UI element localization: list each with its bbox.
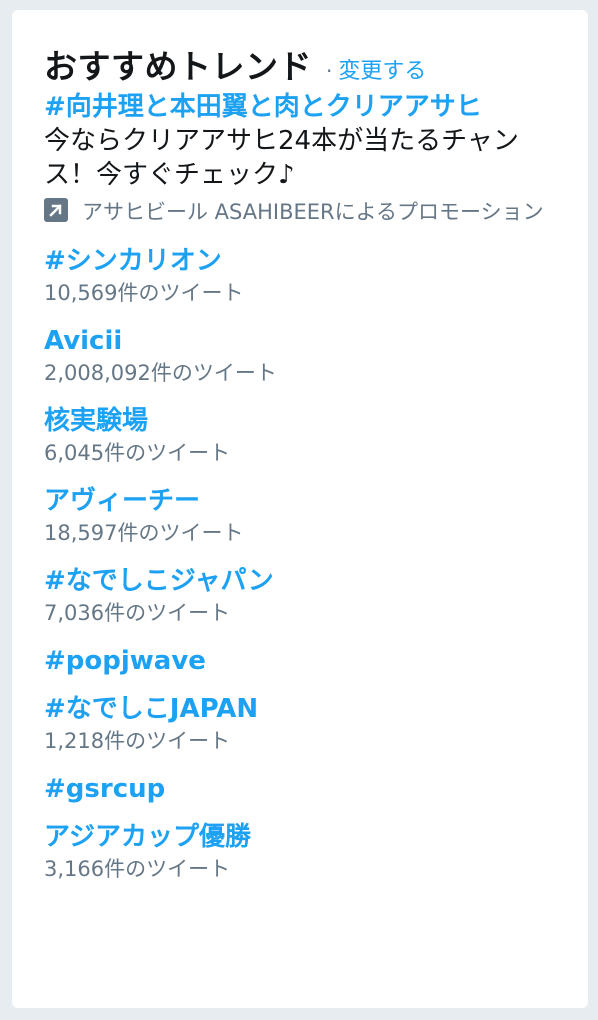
- trend-name[interactable]: #なでしこジャパン: [44, 564, 588, 598]
- trends-card: おすすめトレンド · 変更する #向井理と本田翼と肉とクリアアサヒ 今ならクリア…: [12, 10, 588, 1008]
- promoted-by: アサヒビール ASAHIBEERによるプロモーション: [44, 196, 554, 228]
- trend-name[interactable]: アジアカップ優勝: [44, 820, 588, 854]
- trend-tweet-count: 1,218件のツイート: [44, 729, 231, 753]
- trend-item[interactable]: アヴィーチー 18,597件のツイート: [44, 484, 588, 548]
- trend-name[interactable]: #シンカリオン: [44, 244, 588, 278]
- trend-item[interactable]: #シンカリオン 10,569件のツイート: [44, 244, 588, 308]
- trend-tweet-count: 7,036件のツイート: [44, 601, 231, 625]
- trend-item[interactable]: #gsrcup: [44, 772, 588, 806]
- trend-name[interactable]: #popjwave: [44, 644, 588, 678]
- trend-name[interactable]: Avicii: [44, 324, 588, 358]
- trend-name[interactable]: アヴィーチー: [44, 484, 588, 518]
- trend-item[interactable]: #なでしこJAPAN 1,218件のツイート: [44, 692, 588, 756]
- trend-tweet-count: 3,166件のツイート: [44, 857, 231, 881]
- trend-item[interactable]: 核実験場 6,045件のツイート: [44, 404, 588, 468]
- trend-name[interactable]: #なでしこJAPAN: [44, 692, 588, 726]
- change-trends-link[interactable]: 変更する: [338, 53, 426, 85]
- trend-name[interactable]: 核実験場: [44, 404, 588, 438]
- promoted-trend-name[interactable]: #向井理と本田翼と肉とクリアアサヒ: [44, 90, 588, 124]
- trend-item[interactable]: #なでしこジャパン 7,036件のツイート: [44, 564, 588, 628]
- trend-tweet-count: 6,045件のツイート: [44, 441, 231, 465]
- trends-header: おすすめトレンド · 変更する: [44, 40, 588, 86]
- trend-tweet-count: 10,569件のツイート: [44, 281, 244, 305]
- promoted-arrow-icon: [44, 198, 68, 222]
- promoted-by-label: アサヒビール ASAHIBEERによるプロモーション: [82, 200, 544, 224]
- trend-item[interactable]: Avicii 2,008,092件のツイート: [44, 324, 588, 388]
- trend-item[interactable]: アジアカップ優勝 3,166件のツイート: [44, 820, 588, 884]
- promoted-trend[interactable]: #向井理と本田翼と肉とクリアアサヒ 今ならクリアアサヒ24本が当たるチャンス！今…: [44, 90, 588, 228]
- header-separator: ·: [326, 59, 333, 83]
- trend-tweet-count: 2,008,092件のツイート: [44, 361, 277, 385]
- trends-title: おすすめトレンド: [44, 47, 312, 86]
- promoted-trend-description: 今ならクリアアサヒ24本が当たるチャンス！今すぐチェック♪: [44, 126, 519, 190]
- trend-item[interactable]: #popjwave: [44, 644, 588, 678]
- trend-name[interactable]: #gsrcup: [44, 772, 588, 806]
- trend-tweet-count: 18,597件のツイート: [44, 521, 244, 545]
